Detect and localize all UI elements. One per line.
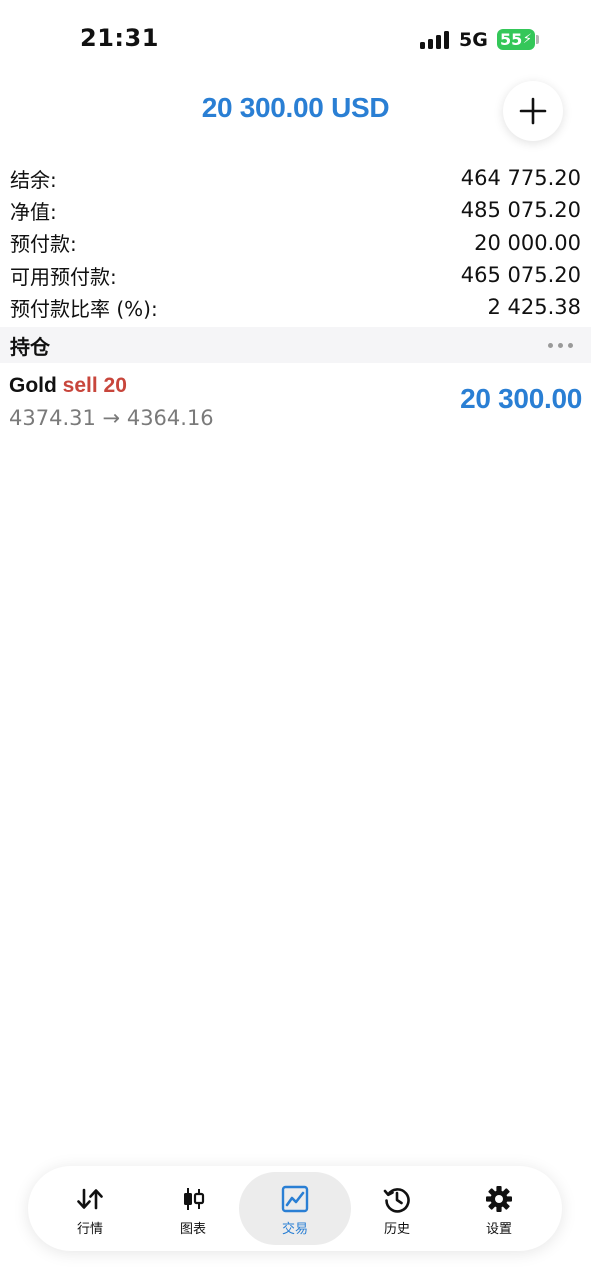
price-arrow-icon: → [102, 406, 121, 430]
position-volume: 20 [103, 374, 127, 397]
new-order-button[interactable] [503, 81, 563, 141]
candlestick-chart-icon [184, 1188, 205, 1210]
status-time: 21:31 [80, 24, 159, 52]
charging-bolt-icon: ⚡ [522, 32, 532, 47]
tab-charts[interactable]: 图表 [137, 1172, 249, 1245]
tab-trade[interactable]: 交易 [239, 1172, 351, 1245]
battery-icon: 55 ⚡ [497, 29, 535, 50]
history-clock-icon [383, 1188, 410, 1213]
more-options-icon[interactable] [548, 342, 581, 348]
position-profit: 20 300.00 [460, 383, 582, 414]
position-row[interactable]: Gold sell 20 4374.31 → 4364.16 20 300.00 [0, 364, 591, 440]
tab-settings-label: 设置 [485, 1222, 512, 1237]
signal-strength-icon [420, 31, 450, 49]
tab-history[interactable]: 历史 [341, 1172, 453, 1245]
tab-charts-label: 图表 [179, 1222, 206, 1237]
position-title: Gold sell 20 [9, 374, 127, 398]
current-price: 4364.16 [126, 406, 214, 430]
summary-row-margin-level: 预付款比率 (%): 2 425.38 [0, 291, 591, 323]
bottom-tab-bar: 行情 图表 交易 历史 设置 [28, 1166, 562, 1251]
margin-level-value: 2 425.38 [487, 295, 581, 320]
equity-label: 净值: [10, 199, 57, 224]
account-summary: 结余: 464 775.20 净值: 485 075.20 预付款: 20 00… [0, 162, 591, 323]
gear-icon [486, 1186, 512, 1212]
quotes-arrows-icon [77, 1188, 103, 1210]
position-symbol: Gold [9, 374, 57, 397]
free-margin-value: 465 075.20 [460, 263, 581, 288]
trade-screen: 21:31 5G 55 ⚡ 20 300.00 USD 结余: 464 775.… [0, 0, 591, 1280]
position-side: sell [62, 374, 98, 397]
battery-tip [536, 35, 539, 44]
tab-quotes-label: 行情 [76, 1222, 103, 1237]
equity-value: 485 075.20 [460, 198, 581, 223]
positions-title: 持仓 [10, 334, 50, 359]
plus-icon [519, 97, 547, 125]
balance-value: 464 775.20 [460, 166, 581, 191]
tab-quotes[interactable]: 行情 [34, 1172, 146, 1245]
tab-trade-label: 交易 [281, 1222, 308, 1237]
trade-chart-icon [281, 1185, 309, 1213]
margin-value: 20 000.00 [474, 230, 581, 255]
summary-row-margin: 预付款: 20 000.00 [0, 227, 591, 259]
status-bar: 21:31 5G 55 ⚡ [0, 0, 591, 80]
positions-section-header: 持仓 [0, 327, 591, 363]
tab-history-label: 历史 [383, 1222, 410, 1237]
margin-label: 预付款: [10, 232, 77, 257]
network-type: 5G [459, 29, 488, 51]
open-price: 4374.31 [9, 406, 96, 430]
position-prices: 4374.31 → 4364.16 [9, 406, 214, 430]
free-margin-label: 可用预付款: [10, 264, 117, 289]
summary-row-free-margin: 可用预付款: 465 075.20 [0, 259, 591, 291]
battery-level: 55 [500, 30, 523, 49]
tab-settings[interactable]: 设置 [443, 1172, 555, 1245]
balance-label: 结余: [10, 167, 57, 192]
margin-level-label: 预付款比率 (%): [10, 296, 158, 321]
summary-row-balance: 结余: 464 775.20 [0, 162, 591, 194]
summary-row-equity: 净值: 485 075.20 [0, 194, 591, 226]
